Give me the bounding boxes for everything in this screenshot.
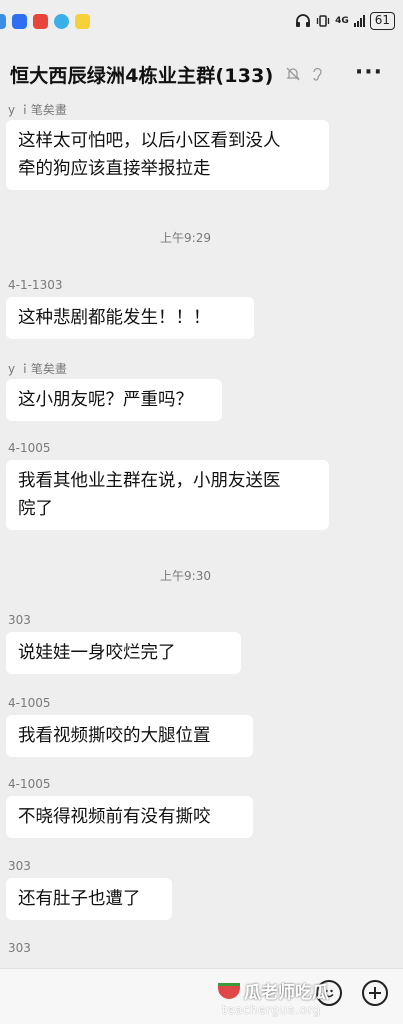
network-type: 4G — [335, 16, 349, 26]
app-icon — [0, 13, 6, 29]
app-icon — [33, 13, 48, 29]
message-sender: 4-1-1303 — [8, 278, 63, 292]
status-indicators: 4G 61 — [295, 12, 395, 30]
message-bubble[interactable]: 还有肚子也遭了 — [6, 878, 172, 920]
message-sender: 4-1005 — [8, 696, 51, 710]
message-sender: 303 — [8, 613, 31, 627]
message-sender: 303 — [8, 859, 31, 873]
chat-header: 恒大西辰绿洲4栋业主群(133) ··· — [0, 52, 403, 96]
message-sender: y ｉ笔矣畫 — [8, 362, 67, 376]
app-icon — [12, 13, 27, 29]
message-bubble[interactable]: 不晓得视频前有没有撕咬 — [6, 796, 253, 838]
app-icon — [75, 13, 90, 29]
watermark: 瓜老师吃瓜 teachergua.org — [218, 978, 398, 1017]
message-bubble[interactable]: 我看其他业主群在说，小朋友送医 院了 — [6, 460, 329, 530]
message-bubble[interactable]: 我看视频撕咬的大腿位置 — [6, 715, 253, 757]
watermark-url: teachergua.org — [222, 1003, 321, 1017]
ear-icon — [313, 67, 323, 81]
vibrate-icon — [316, 15, 330, 27]
message-bubble[interactable]: 这种悲剧都能发生！！！ — [6, 297, 254, 339]
chat-title: 恒大西辰绿洲4栋业主群(133) — [10, 64, 274, 87]
app-icon — [54, 13, 69, 29]
status-bar: 4G 61 — [0, 0, 403, 42]
message-sender: 4-1005 — [8, 777, 51, 791]
message-bubble[interactable]: 这样太可怕吧，以后小区看到没人 牵的狗应该直接举报拉走 — [6, 120, 329, 190]
signal-icon — [353, 15, 365, 27]
message-sender: 4-1005 — [8, 441, 51, 455]
notification-icons — [0, 13, 90, 29]
message-sender: y ｉ笔矣畫 — [8, 103, 67, 117]
battery-indicator: 61 — [369, 12, 395, 30]
more-options-button[interactable]: ··· — [355, 60, 383, 85]
message-bubble[interactable]: 这小朋友呢？严重吗？ — [6, 379, 222, 421]
watermark-brand: 瓜老师吃瓜 — [244, 983, 329, 1003]
message-bubble[interactable]: 说娃娃一身咬烂完了 — [6, 632, 241, 674]
message-sender: 303 — [8, 941, 31, 955]
headphones-icon — [296, 14, 311, 27]
watermelon-icon — [218, 982, 240, 999]
message-timestamp: 上午9:30 — [160, 569, 211, 583]
message-timestamp: 上午9:29 — [160, 231, 211, 245]
mute-bell-icon — [286, 67, 301, 81]
